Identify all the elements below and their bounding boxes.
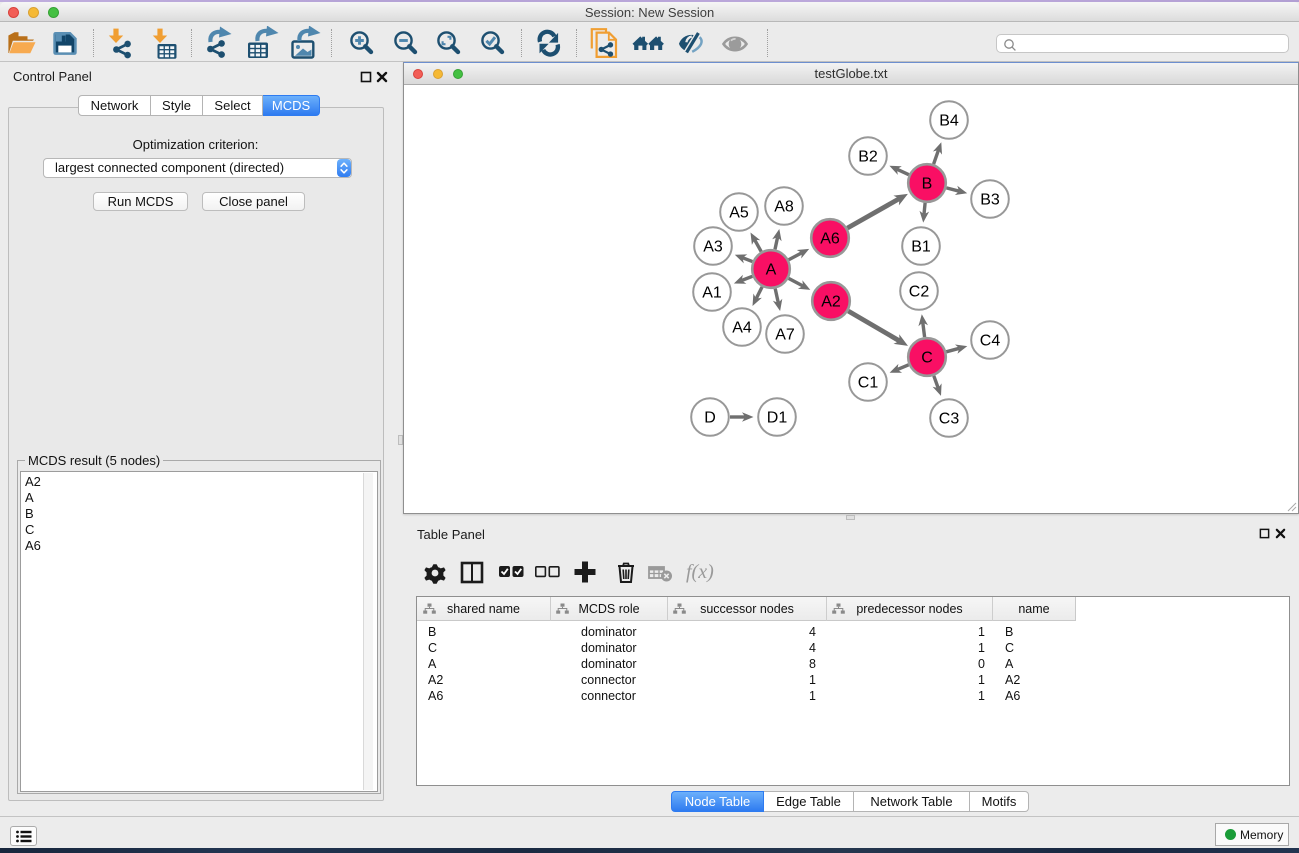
svg-text:A1: A1: [702, 285, 722, 302]
svg-text:C4: C4: [980, 333, 1001, 350]
svg-text:A: A: [766, 262, 777, 279]
svg-text:B2: B2: [858, 149, 878, 166]
svg-text:A7: A7: [775, 327, 795, 344]
svg-text:A3: A3: [703, 239, 723, 256]
svg-text:D1: D1: [767, 410, 788, 427]
svg-text:A8: A8: [774, 199, 794, 216]
svg-text:A6: A6: [820, 231, 840, 248]
svg-text:B1: B1: [911, 239, 931, 256]
svg-text:C2: C2: [909, 284, 930, 301]
svg-text:C1: C1: [858, 375, 879, 392]
svg-text:A5: A5: [729, 205, 749, 222]
svg-text:A2: A2: [821, 294, 841, 311]
svg-text:C: C: [921, 350, 933, 367]
svg-text:D: D: [704, 410, 716, 427]
svg-text:A4: A4: [732, 320, 752, 337]
svg-text:B4: B4: [939, 113, 959, 130]
svg-text:B3: B3: [980, 192, 1000, 209]
svg-text:C3: C3: [939, 411, 960, 428]
svg-text:B: B: [922, 176, 933, 193]
